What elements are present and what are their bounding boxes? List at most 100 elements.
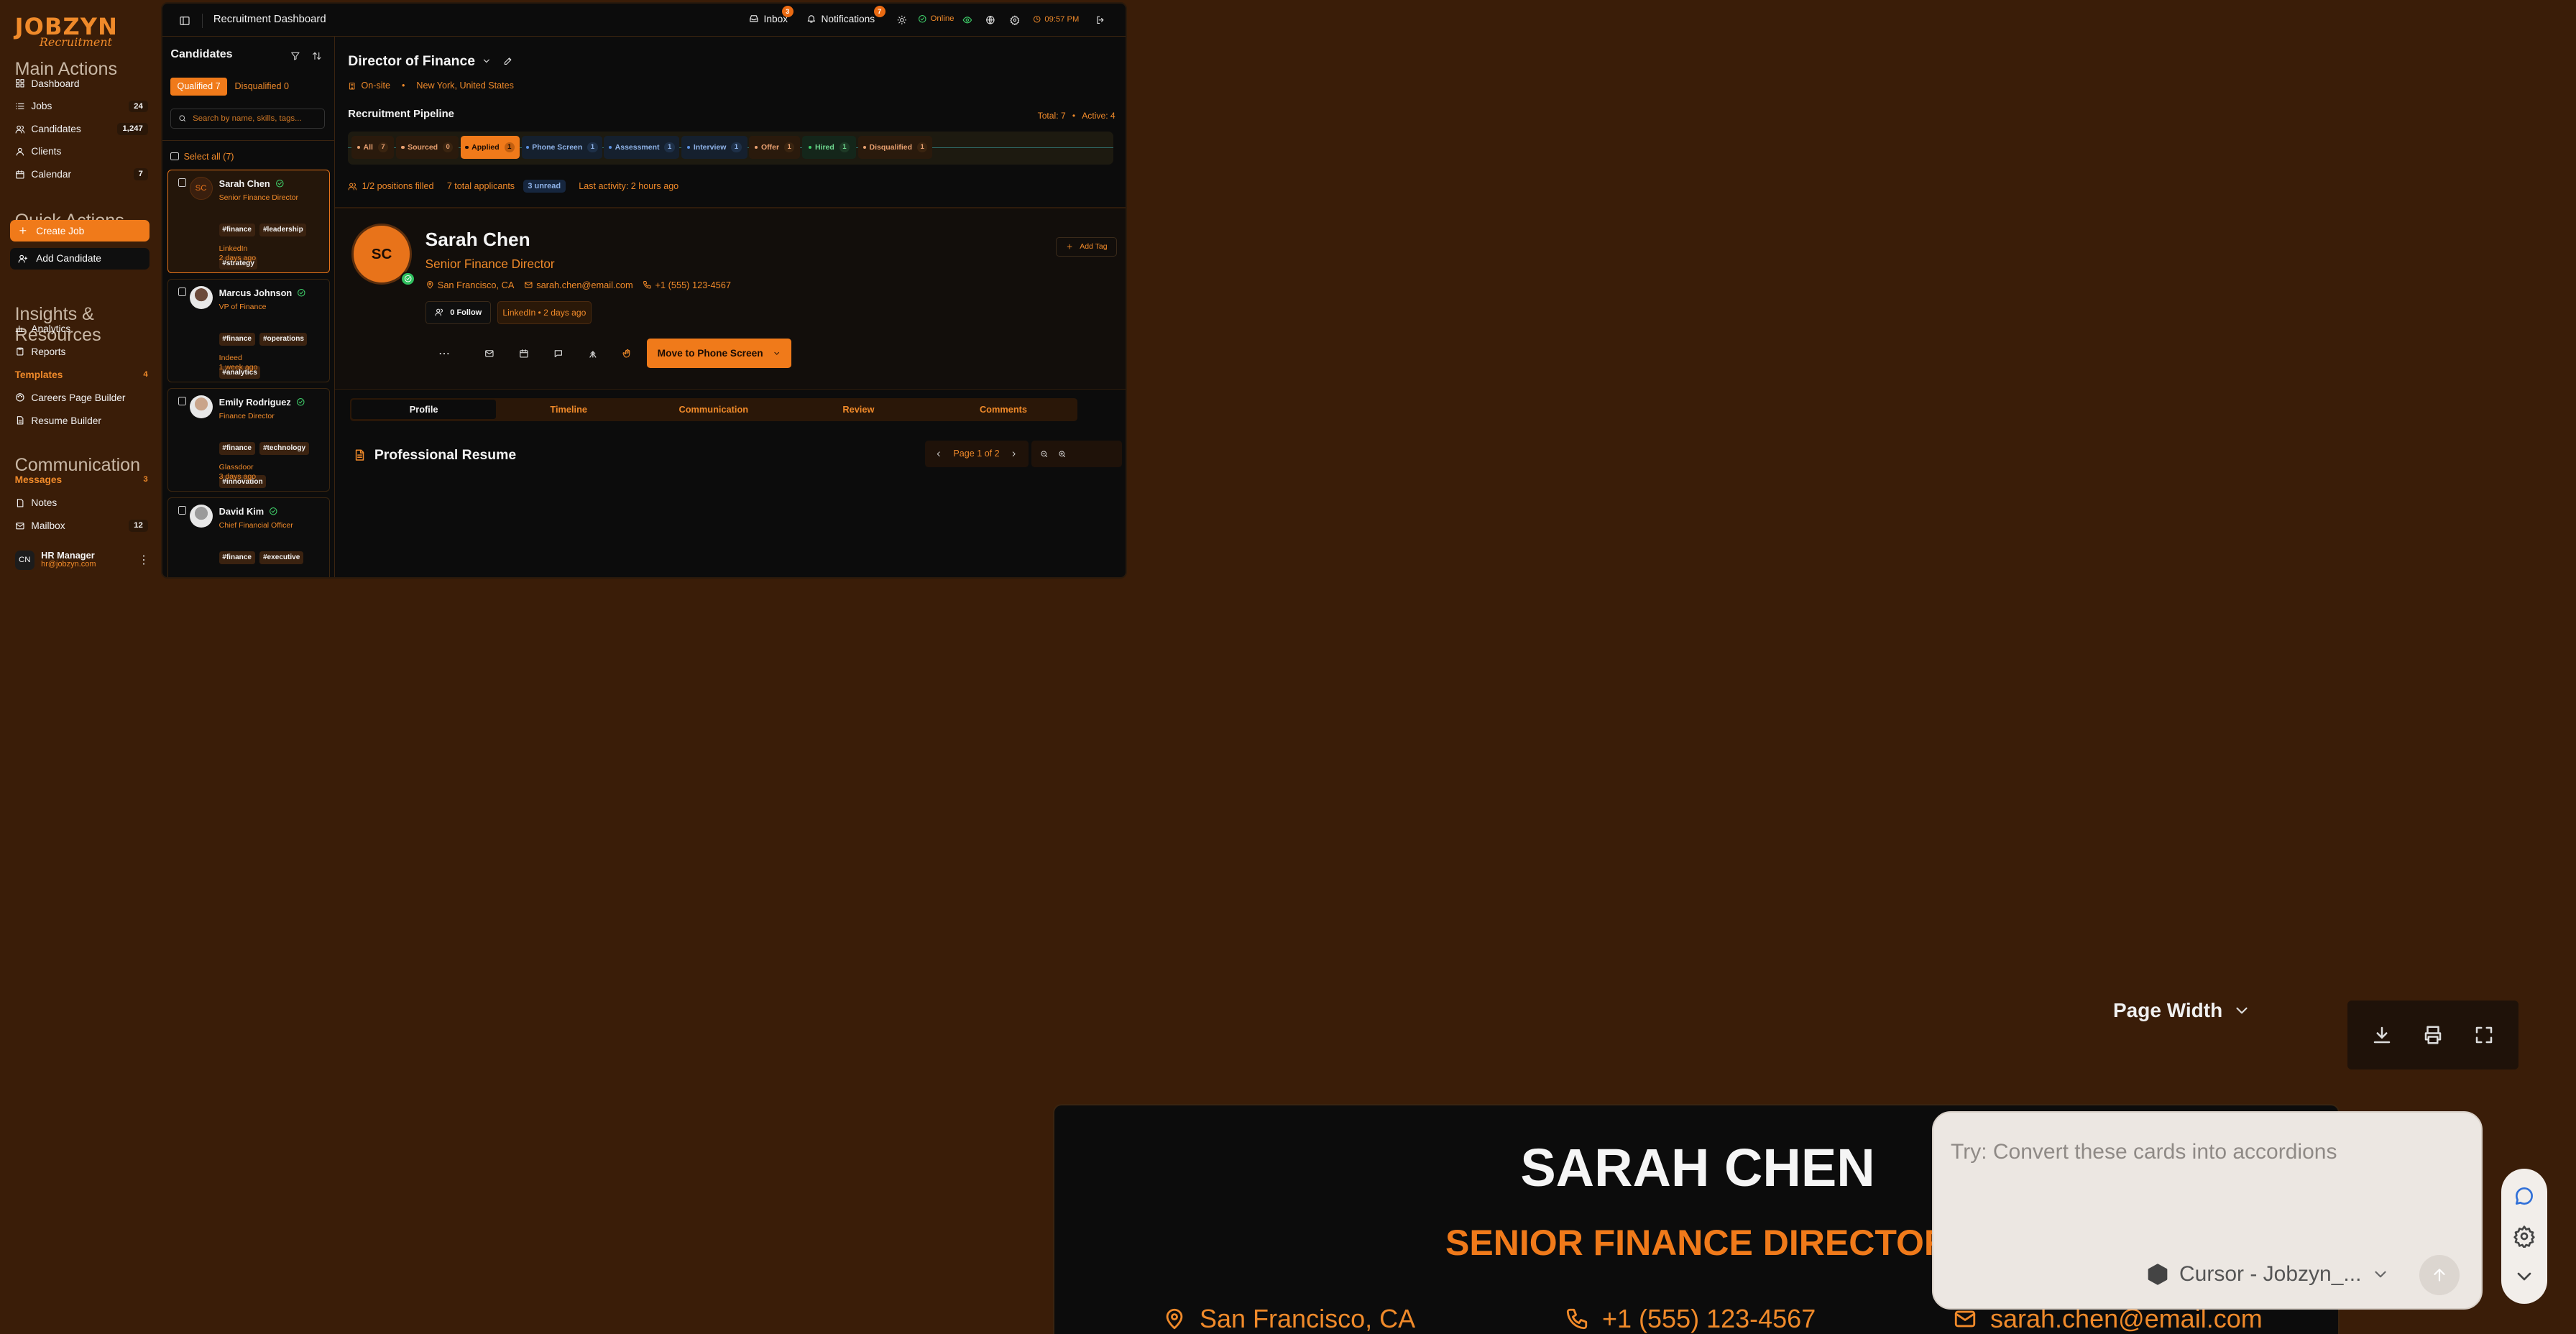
job-detail: Director of Finance On-site • New York, … [334,37,1126,578]
qualified-filter-chip[interactable]: Qualified 7 [170,77,227,96]
user-avatar: CN [14,550,34,571]
tab-comments[interactable]: Comments [931,400,1076,419]
chevron-right-icon[interactable] [1010,450,1018,458]
tab-profile[interactable]: Profile [351,399,497,420]
mailbox-count: 12 [129,520,148,532]
add-candidate-button[interactable]: Add Candidate [9,248,150,270]
mail-icon[interactable] [484,349,494,359]
assistant-prompt[interactable]: Try: Convert these cards into accordions… [1932,1111,2483,1310]
checkbox[interactable] [178,288,186,296]
sidebar-item-candidates[interactable]: Candidates 1,247 [15,118,153,141]
settings-gear-icon[interactable] [2513,1225,2536,1248]
tag[interactable]: #leadership [259,223,307,236]
chat-icon[interactable] [2513,1184,2536,1208]
stage-applied[interactable]: Applied 1 [460,135,520,159]
send-button[interactable] [2419,1255,2460,1295]
candidate-card[interactable]: Marcus Johnson VP of Finance #finance #oper… [167,278,331,382]
tag[interactable]: #finance [218,551,255,564]
follow-button[interactable]: 0 Follow [425,300,492,324]
stage-hired[interactable]: Hired 1 [802,135,857,159]
stage-all[interactable]: All 7 [351,135,395,159]
globe-icon[interactable] [985,15,995,25]
candidate-card[interactable]: SC Sarah Chen Senior Finance Director #fina… [167,169,331,273]
sidebar-item-jobs[interactable]: Jobs 24 [15,95,153,118]
message-icon[interactable] [553,349,564,359]
zoom-out-icon[interactable] [1040,450,1048,458]
calendar-icon[interactable] [519,349,529,359]
print-icon[interactable] [2422,1024,2444,1046]
create-job-button[interactable]: Create Job [9,220,150,242]
candidate-card[interactable]: Emily Rodriguez Finance Director #finance #… [167,387,331,492]
edit-icon[interactable] [503,56,513,66]
sidebar-item-mailbox[interactable]: Mailbox 12 [15,514,153,537]
profile-phone[interactable]: +1 (555) 123-4567 [655,280,731,290]
zoom-mode-select[interactable]: Page Width [2113,999,2251,1022]
candidate-name-row: Marcus Johnson [219,288,306,298]
chevron-down-icon[interactable] [2513,1265,2536,1288]
candidate-role: Senior Finance Director [218,193,298,202]
hand-icon[interactable] [622,349,632,359]
sidebar-item-notes[interactable]: Notes [15,491,153,514]
zoom-in-icon[interactable] [1058,450,1066,458]
stage-assessment[interactable]: Assessment 1 [604,135,680,159]
tag[interactable]: #finance [218,332,255,346]
sidebar-item-messages[interactable]: Messages 3 [15,468,153,491]
chevron-left-icon[interactable] [934,450,942,458]
candidate-card[interactable]: David Kim Chief Financial Officer #finance… [167,497,331,578]
pipeline-totals: Total: 7 • Active: 4 [1037,110,1116,121]
add-tag-button[interactable]: Add Tag [1056,236,1117,257]
inbox-button[interactable]: Inbox [749,14,788,24]
checkbox[interactable] [178,397,186,405]
sidebar-item-clients[interactable]: Clients [15,140,153,163]
sort-icon[interactable] [312,51,322,61]
select-all-checkbox[interactable]: Select all (7) [170,152,234,162]
stage-phone-screen[interactable]: Phone Screen 1 [521,135,602,159]
user-menu-icon[interactable]: ⋮ [138,553,150,567]
download-icon[interactable] [2371,1024,2393,1046]
sun-icon[interactable] [897,15,907,25]
sidebar-item-analytics[interactable]: Analytics [15,317,153,340]
merge-icon[interactable] [588,349,598,359]
fullscreen-icon[interactable] [2473,1024,2495,1046]
templates-count: 4 [143,370,148,380]
logout-icon[interactable] [1095,15,1105,25]
disqualified-filter-chip[interactable]: Disqualified 0 [228,78,295,96]
checkbox[interactable] [178,178,186,187]
filter-icon[interactable] [290,51,300,61]
stage-interview[interactable]: Interview 1 [681,135,748,159]
sidebar-item-dashboard[interactable]: Dashboard [15,73,153,96]
eye-icon[interactable] [962,15,972,25]
tag[interactable]: #finance [218,441,255,455]
tag[interactable]: #executive [259,551,303,564]
tag[interactable]: #operations [259,332,308,346]
sidebar-item-calendar[interactable]: Calendar 7 [15,163,153,186]
sidebar-item-resume-builder[interactable]: Resume Builder [15,409,153,432]
chevron-down-icon[interactable] [482,56,492,66]
file-icon [17,416,23,425]
sidebar-toggle-icon[interactable] [179,15,190,27]
checkbox[interactable] [178,506,186,515]
sidebar-item-careers-builder[interactable]: Careers Page Builder [15,386,153,409]
sidebar-item-reports[interactable]: Reports [15,340,153,363]
model-selector[interactable]: Cursor - Jobzyn_... [2146,1262,2390,1287]
stage-sourced[interactable]: Sourced 0 [395,135,459,159]
user-profile[interactable]: CN HR Manager hr@jobzyn.com ⋮ [14,547,153,574]
notifications-button[interactable]: Notifications [806,14,875,24]
tag[interactable]: #finance [218,223,255,236]
tag[interactable]: #technology [259,441,309,455]
stage-disqualified[interactable]: Disqualified 1 [858,135,933,159]
tab-review[interactable]: Review [786,400,932,419]
sidebar-item-templates[interactable]: Templates 4 [15,363,153,386]
tab-timeline[interactable]: Timeline [496,400,641,419]
create-job-label: Create Job [36,225,85,236]
online-status[interactable]: Online [918,14,954,24]
profile-email[interactable]: sarah.chen@email.com [536,280,632,290]
tab-communication[interactable]: Communication [641,400,786,419]
brand-logo[interactable]: JOBZYN Recruitment [15,13,118,49]
move-stage-button[interactable]: Move to Phone Screen [647,339,792,369]
settings-gear-icon[interactable] [1010,15,1020,25]
more-icon[interactable]: ⋯ [428,342,459,365]
search-input[interactable]: Search by name, skills, tags... [170,109,326,129]
checkbox[interactable] [170,152,179,161]
stage-offer[interactable]: Offer 1 [749,135,801,159]
